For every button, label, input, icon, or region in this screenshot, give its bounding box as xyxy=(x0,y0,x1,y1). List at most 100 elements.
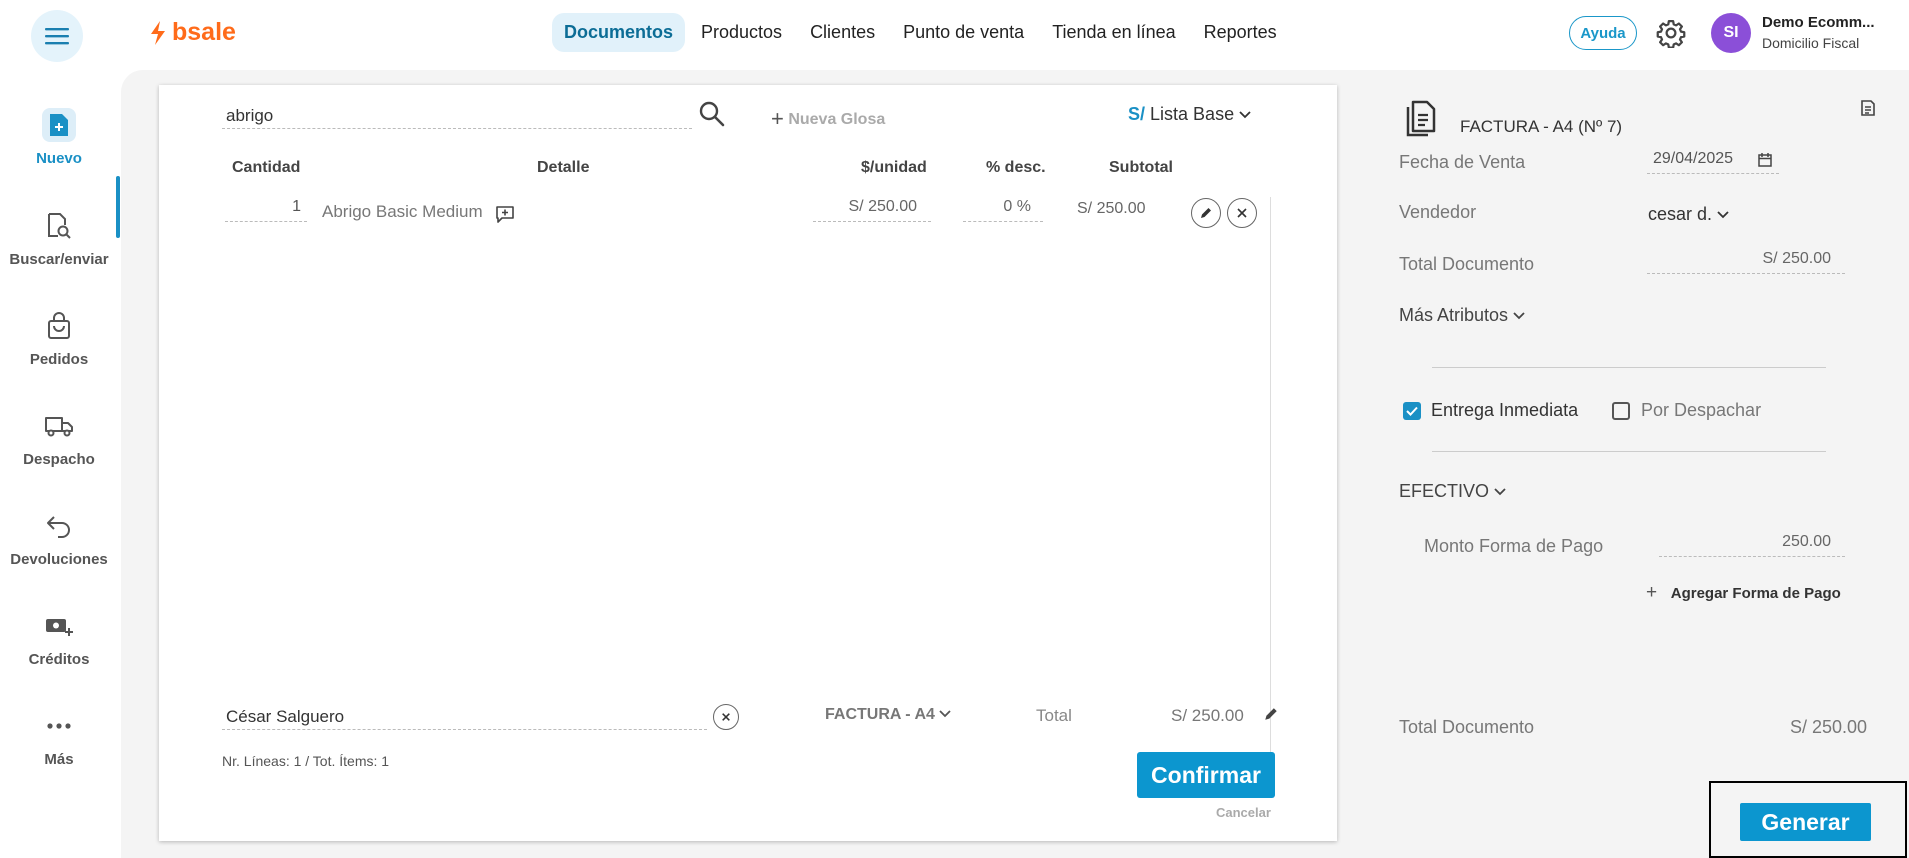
sidebar-item-despacho[interactable]: Despacho xyxy=(0,409,118,468)
hamburger-icon xyxy=(45,28,69,45)
divider xyxy=(1432,367,1826,368)
edit-line-button[interactable] xyxy=(1191,198,1221,228)
bag-icon xyxy=(48,312,70,339)
pencil-icon xyxy=(1201,208,1211,218)
nav-reportes[interactable]: Reportes xyxy=(1192,13,1289,52)
sidebar-item-label: Pedidos xyxy=(29,351,89,368)
help-button[interactable]: Ayuda xyxy=(1569,16,1637,50)
seller-label: Vendedor xyxy=(1399,202,1477,222)
line-subtotal: S/ 250.00 xyxy=(1077,200,1146,217)
lines-summary: Nr. Líneas: 1 / Tot. Ítems: 1 xyxy=(222,753,390,769)
dispatch-label[interactable]: Por Despachar xyxy=(1641,400,1761,421)
lines-scroll-divider xyxy=(1270,197,1271,762)
seller-value: cesar d. xyxy=(1648,204,1713,224)
sidebar-item-pedidos[interactable]: Pedidos xyxy=(0,309,118,368)
footer-total-value: S/ 250.00 xyxy=(1790,717,1868,737)
user-location: Domicilio Fiscal xyxy=(1762,35,1860,51)
price-list-dropdown[interactable]: S/ Lista Base xyxy=(1128,104,1251,125)
more-attributes-toggle[interactable]: Más Atributos xyxy=(1399,305,1525,326)
sale-date-label: Fecha de Venta xyxy=(1399,152,1526,172)
chevron-down-icon xyxy=(1239,111,1251,119)
total-document-value: S/ 250.00 xyxy=(1647,250,1845,274)
sidebar-item-label: Más xyxy=(44,751,74,768)
check-icon xyxy=(1406,406,1418,416)
document-editor-card: + Nueva Glosa S/ Lista Base Cantidad Det… xyxy=(159,85,1337,841)
sidebar-item-buscar-enviar[interactable]: Buscar/enviar xyxy=(0,209,118,268)
top-bar: bsale Documentos Productos Clientes Punt… xyxy=(0,0,1909,68)
user-name[interactable]: Demo Ecomm... xyxy=(1762,14,1875,31)
footer-total-label: Total Documento xyxy=(1399,717,1535,737)
line-qty-input[interactable]: 1 xyxy=(225,198,307,222)
sale-date-input[interactable]: 29/04/2025 xyxy=(1647,150,1779,174)
chevron-down-icon xyxy=(939,710,952,718)
immediate-delivery-label[interactable]: Entrega Inmediata xyxy=(1431,400,1578,421)
sidebar-item-label: Créditos xyxy=(28,651,90,668)
nav-punto-de-venta[interactable]: Punto de venta xyxy=(891,13,1036,52)
price-list-currency: S/ xyxy=(1128,104,1146,124)
immediate-delivery-checkbox[interactable] xyxy=(1403,402,1421,420)
new-document-icon xyxy=(50,114,68,136)
sidebar-item-nuevo[interactable]: Nuevo xyxy=(0,108,118,167)
new-glosa-label: Nueva Glosa xyxy=(788,111,886,128)
gear-icon[interactable] xyxy=(1656,18,1686,48)
line-detail: Abrigo Basic Medium xyxy=(322,202,483,221)
product-search-input[interactable] xyxy=(222,103,692,129)
hamburger-menu-button[interactable] xyxy=(31,10,83,62)
more-dots-icon xyxy=(47,723,71,729)
clear-client-button[interactable] xyxy=(713,704,739,730)
nav-clientes[interactable]: Clientes xyxy=(798,13,887,52)
document-type-dropdown[interactable]: FACTURA - A4 xyxy=(825,706,952,724)
sidebar-item-label: Buscar/enviar xyxy=(9,251,109,268)
seller-dropdown[interactable]: cesar d. xyxy=(1648,204,1729,225)
total-label: Total xyxy=(1036,706,1072,725)
avatar[interactable]: SI xyxy=(1711,13,1751,53)
divider xyxy=(1432,451,1826,452)
payment-method-label: EFECTIVO xyxy=(1399,481,1490,501)
chevron-down-icon xyxy=(1717,211,1729,219)
documents-icon xyxy=(1406,100,1436,137)
line-unit-price-input[interactable]: S/ 250.00 xyxy=(813,198,931,222)
cancel-link[interactable]: Cancelar xyxy=(1216,805,1271,820)
pencil-icon[interactable] xyxy=(1263,706,1279,722)
sidebar-item-creditos[interactable]: Créditos xyxy=(0,609,118,668)
dispatch-checkbox[interactable] xyxy=(1612,402,1630,420)
price-list-label: Lista Base xyxy=(1150,104,1235,124)
nav-documentos[interactable]: Documentos xyxy=(552,13,686,52)
close-icon xyxy=(1237,208,1247,218)
confirm-button[interactable]: Confirmar xyxy=(1137,752,1275,798)
sidebar-item-mas[interactable]: Más xyxy=(0,709,118,768)
nav-productos[interactable]: Productos xyxy=(689,13,794,52)
search-icon[interactable] xyxy=(697,99,727,129)
add-payment-button[interactable]: + Agregar Forma de Pago xyxy=(1646,582,1841,604)
main-nav: Documentos Productos Clientes Punto de v… xyxy=(552,13,1289,52)
client-input[interactable] xyxy=(222,704,707,730)
calendar-icon xyxy=(1758,153,1772,167)
nav-tienda-en-linea[interactable]: Tienda en línea xyxy=(1040,13,1187,52)
logo-text: bsale xyxy=(172,18,236,46)
add-payment-label: Agregar Forma de Pago xyxy=(1670,585,1841,602)
payment-amount-label: Monto Forma de Pago xyxy=(1424,536,1604,556)
close-icon xyxy=(722,713,730,721)
document-title: FACTURA - A4 (Nº 7) xyxy=(1460,117,1623,136)
sidebar: Nuevo Buscar/enviar Pedidos Despacho Dev… xyxy=(0,68,120,858)
document-notes-icon[interactable] xyxy=(1858,98,1878,118)
plus-icon: + xyxy=(771,106,784,131)
truck-icon xyxy=(45,417,73,437)
generate-button[interactable]: Generar xyxy=(1740,803,1871,841)
column-header-subtotal: Subtotal xyxy=(1109,159,1173,176)
sidebar-item-label: Nuevo xyxy=(36,150,82,167)
sidebar-item-label: Despacho xyxy=(23,451,95,468)
plus-icon: + xyxy=(1646,582,1658,603)
bsale-logo[interactable]: bsale xyxy=(148,18,236,47)
payment-method-dropdown[interactable]: EFECTIVO xyxy=(1399,481,1506,502)
total-document-label: Total Documento xyxy=(1399,254,1535,274)
document-type-label: FACTURA - A4 xyxy=(825,706,935,723)
add-comment-icon[interactable] xyxy=(495,204,515,224)
payment-amount-input[interactable]: 250.00 xyxy=(1659,533,1845,557)
sidebar-item-devoluciones[interactable]: Devoluciones xyxy=(0,509,118,568)
new-glosa-button[interactable]: + Nueva Glosa xyxy=(771,106,885,132)
sidebar-item-label: Devoluciones xyxy=(10,551,108,568)
chevron-down-icon xyxy=(1513,312,1525,320)
remove-line-button[interactable] xyxy=(1227,198,1257,228)
line-discount-input[interactable]: 0 % xyxy=(963,198,1043,222)
